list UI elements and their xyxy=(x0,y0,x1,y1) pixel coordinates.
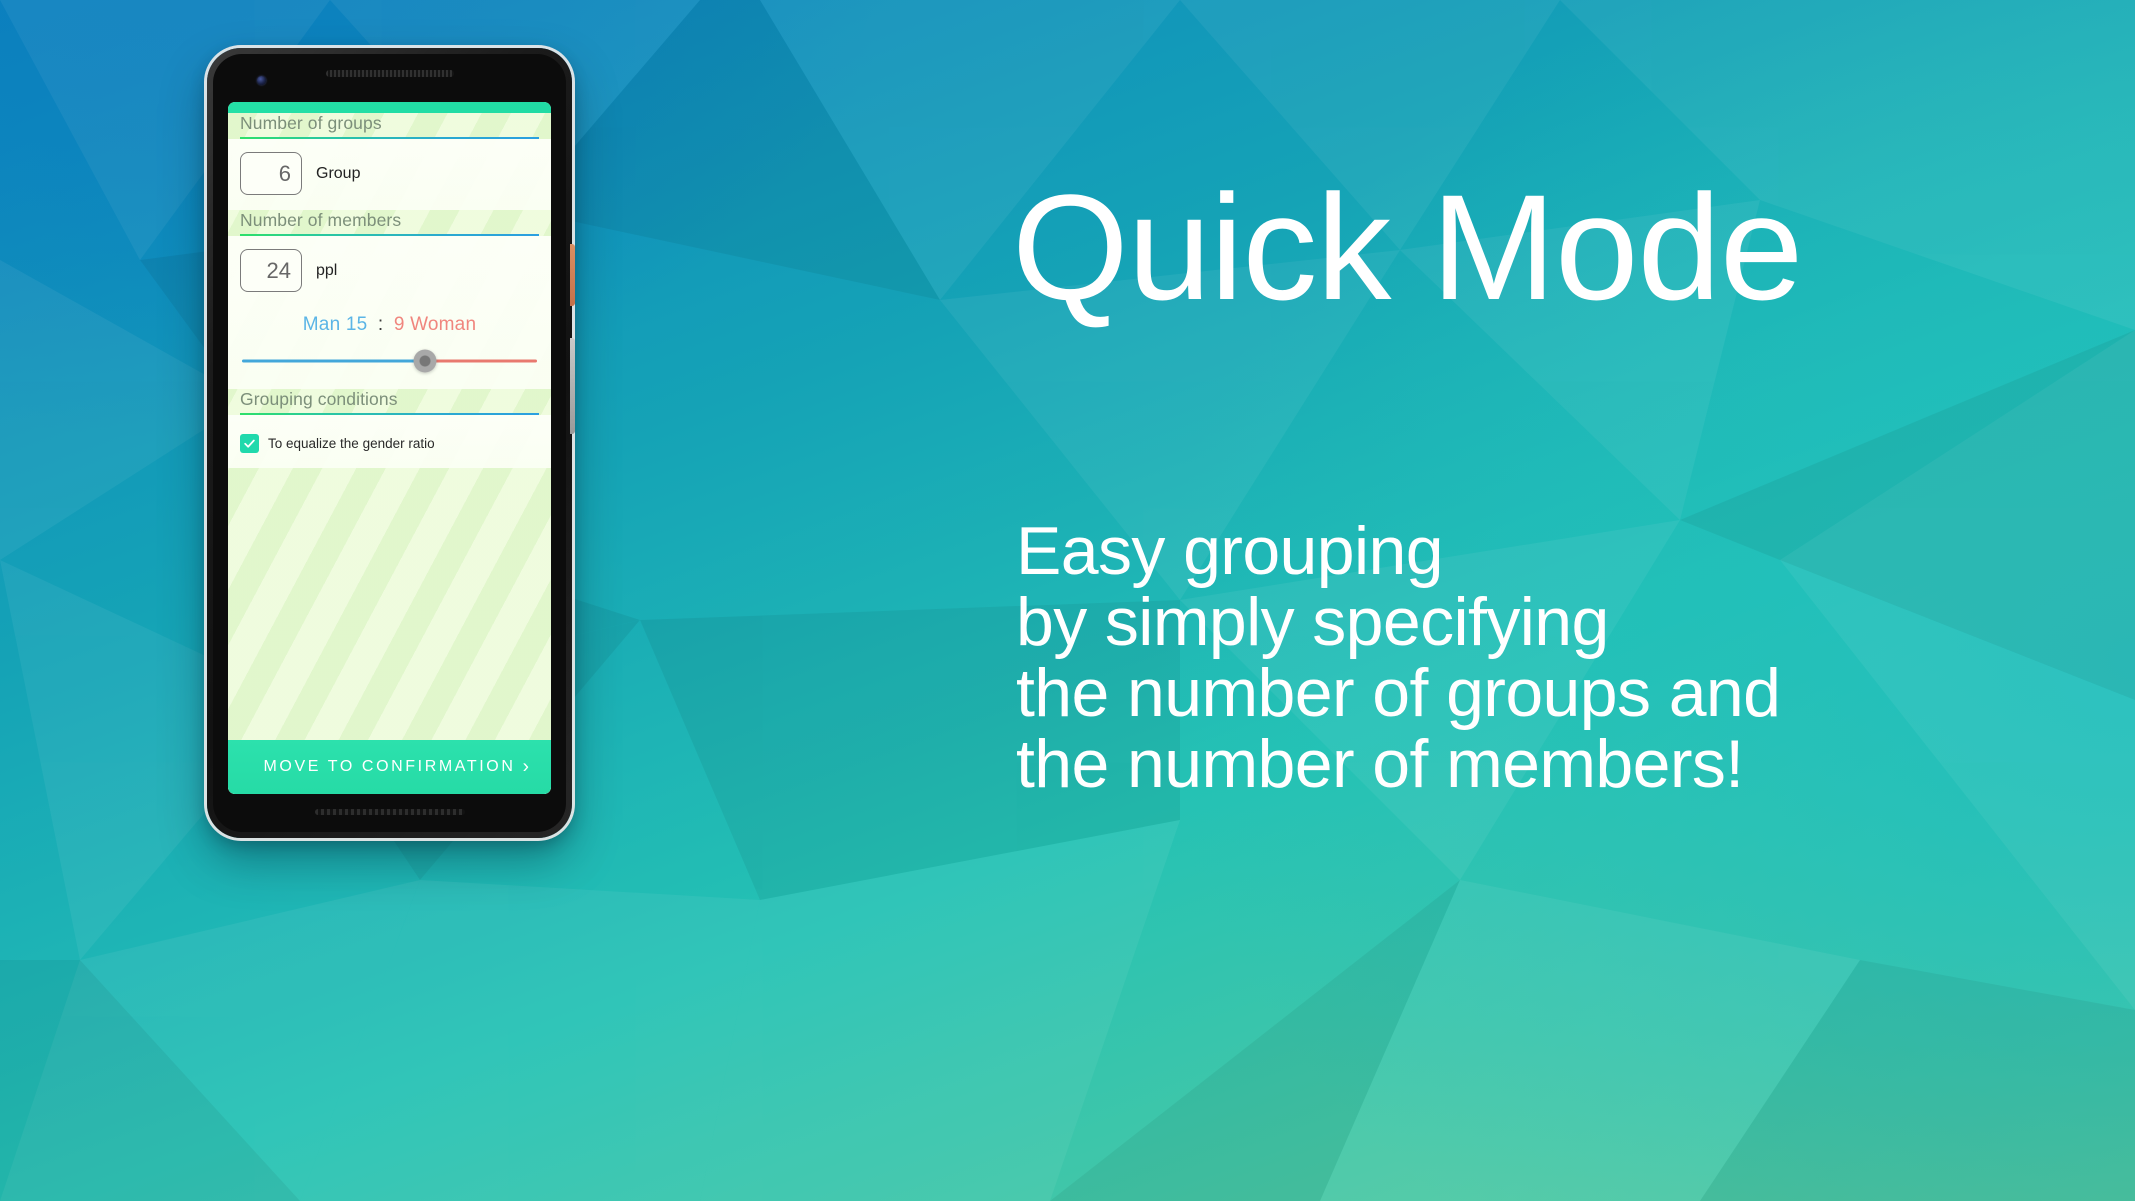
power-button[interactable] xyxy=(570,244,575,306)
chevron-right-icon: › xyxy=(522,756,529,778)
equalize-gender-ratio-label: To equalize the gender ratio xyxy=(268,436,435,451)
groups-count-input[interactable]: 6 xyxy=(240,152,302,195)
app-body: Number of groups 6 Group Number of membe… xyxy=(228,113,551,740)
section-grouping-conditions: Grouping conditions To equalize the gend… xyxy=(228,389,551,468)
slider-track-man xyxy=(242,359,428,363)
man-label: Man xyxy=(302,314,341,335)
equalize-gender-ratio-checkbox[interactable] xyxy=(240,434,259,453)
woman-label: Woman xyxy=(410,314,477,335)
members-unit-label: ppl xyxy=(316,261,338,279)
move-to-confirmation-button[interactable]: MOVE TO CONFIRMATION › xyxy=(228,740,551,794)
app-container: Number of groups 6 Group Number of membe… xyxy=(228,113,551,794)
groups-unit-label: Group xyxy=(316,164,361,182)
promo-body-line-2: by simply specifying xyxy=(1016,584,1609,661)
promo-body-line-4: the number of members! xyxy=(1016,726,1744,803)
phone-mockup: Number of groups 6 Group Number of membe… xyxy=(207,48,575,838)
panel-conditions: To equalize the gender ratio xyxy=(228,415,551,468)
panel-members: 24 ppl Man 15 : 9 Woman xyxy=(228,236,551,389)
front-camera-icon xyxy=(257,76,266,85)
equalize-gender-ratio-row[interactable]: To equalize the gender ratio xyxy=(240,428,539,453)
groups-input-row: 6 Group xyxy=(240,152,539,195)
phone-frame: Number of groups 6 Group Number of membe… xyxy=(207,48,575,838)
woman-count: 9 xyxy=(393,314,405,335)
phone-screen: Number of groups 6 Group Number of membe… xyxy=(228,102,551,794)
section-number-of-groups: Number of groups 6 Group xyxy=(228,113,551,210)
section-title-conditions: Grouping conditions xyxy=(240,389,398,409)
move-to-confirmation-label: MOVE TO CONFIRMATION xyxy=(263,758,516,775)
slider-thumb[interactable] xyxy=(413,349,437,373)
man-count: 15 xyxy=(345,314,368,335)
gender-ratio-slider[interactable] xyxy=(240,348,539,374)
gender-ratio-label: Man 15 : 9 Woman xyxy=(240,314,539,336)
promo-body-line-1: Easy grouping xyxy=(1016,513,1444,589)
promo-body: Easy grouping by simply specifying the n… xyxy=(1016,513,1781,803)
earpiece-speaker-icon xyxy=(325,70,454,77)
status-bar xyxy=(228,102,551,113)
section-title-members: Number of members xyxy=(240,210,402,230)
page-title: Quick Mode xyxy=(1012,163,1803,331)
slider-track-woman xyxy=(423,359,537,363)
promo-copy: Quick Mode Easy grouping by simply speci… xyxy=(1012,0,2092,1201)
members-count-input[interactable]: 24 xyxy=(240,249,302,292)
ratio-separator: : xyxy=(377,314,384,335)
promo-body-line-3: the number of groups and xyxy=(1016,655,1781,732)
checkmark-icon xyxy=(244,439,255,448)
panel-groups: 6 Group xyxy=(228,139,551,210)
bottom-speaker-grille-icon xyxy=(314,809,465,815)
section-title-groups: Number of groups xyxy=(240,113,382,133)
volume-button[interactable] xyxy=(570,338,575,434)
section-number-of-members: Number of members 24 ppl Man 15 : 9 Woma… xyxy=(228,210,551,389)
members-input-row: 24 ppl xyxy=(240,249,539,292)
